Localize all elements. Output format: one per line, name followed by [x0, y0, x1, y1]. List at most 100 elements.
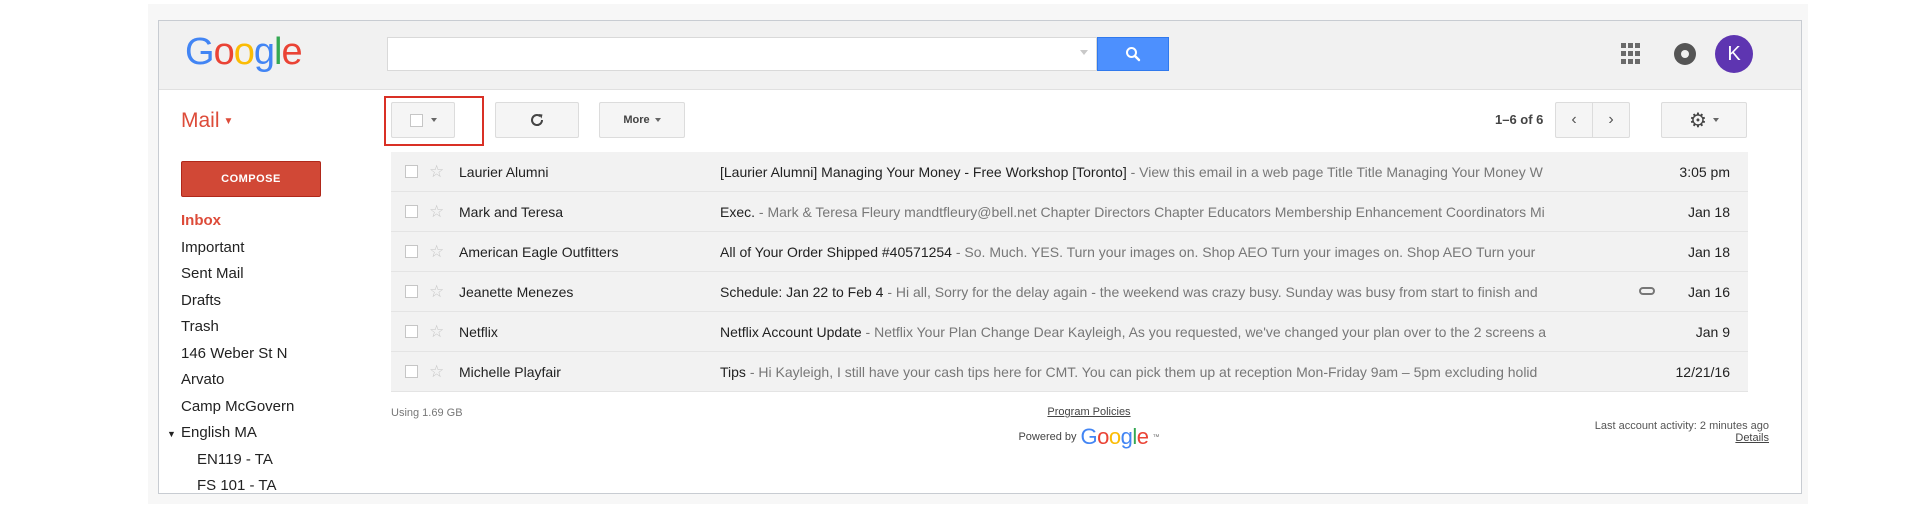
google-logo[interactable]: Google: [185, 31, 303, 74]
sidebar-item-arvato[interactable]: Arvato: [181, 367, 371, 394]
message-date: Jan 18: [1687, 203, 1730, 220]
sidebar-item-important[interactable]: Important: [181, 235, 371, 262]
star-icon[interactable]: ☆: [429, 162, 447, 182]
sidebar-item-label: Sent Mail: [181, 265, 244, 282]
sender: American Eagle Outfitters: [459, 243, 619, 260]
subject-snippet: Exec. - Mark & Teresa Fleury mandtfleury…: [720, 204, 1636, 220]
star-icon[interactable]: ☆: [429, 322, 447, 342]
row-checkbox[interactable]: [405, 285, 418, 298]
subject: All of Your Order Shipped #40571254: [720, 243, 952, 260]
chevron-down-icon: [654, 118, 661, 122]
message-date: 3:05 pm: [1679, 163, 1730, 180]
search-input[interactable]: [387, 37, 1097, 71]
pagination-info: 1–6 of 6: [1495, 112, 1544, 127]
snippet: - Netflix Your Plan Change Dear Kayleigh…: [861, 323, 1547, 340]
top-header: Google K: [159, 21, 1801, 90]
logo-letter: g: [253, 31, 275, 73]
chevron-right-icon: ›: [1608, 111, 1614, 128]
select-all-checkbox[interactable]: [409, 113, 423, 127]
search-button[interactable]: [1097, 37, 1169, 71]
last-activity-text: Last account activity: 2 minutes ago: [1594, 420, 1769, 432]
subject-snippet: Tips - Hi Kayleigh, I still have your ca…: [720, 364, 1636, 380]
avatar[interactable]: K: [1715, 35, 1753, 73]
more-button[interactable]: More: [599, 102, 685, 138]
expand-triangle-icon[interactable]: ▼: [167, 421, 181, 448]
star-icon[interactable]: ☆: [429, 362, 447, 382]
refresh-button[interactable]: [495, 102, 579, 138]
logo-letter: e: [1136, 424, 1149, 449]
search-field[interactable]: [394, 38, 1038, 70]
message-row[interactable]: ☆ Laurier Alumni [Laurier Alumni] Managing…: [391, 152, 1748, 192]
gear-icon: ⚙: [1689, 109, 1707, 132]
sender: Michelle Playfair: [459, 363, 561, 380]
sidebar-item-label: Inbox: [181, 212, 221, 229]
sidebar-item-inbox[interactable]: Inbox: [181, 208, 371, 235]
star-icon[interactable]: ☆: [429, 282, 447, 302]
message-row[interactable]: ☆ Mark and Teresa Exec. - Mark & Teresa Fl…: [391, 192, 1748, 232]
logo-letter: g: [1120, 424, 1133, 449]
chevron-down-icon: [1712, 118, 1719, 122]
sidebar-item-label: 146 Weber St N: [181, 344, 288, 362]
select-all-dropdown[interactable]: [391, 102, 455, 138]
message-row[interactable]: ☆ Netflix Netflix Account Update - Netflix…: [391, 312, 1748, 352]
message-date: Jan 16: [1687, 283, 1730, 300]
row-checkbox[interactable]: [405, 245, 418, 258]
sidebar-item-label: Drafts: [181, 291, 222, 309]
snippet: - View this email in a web page Title Ti…: [1126, 163, 1543, 180]
sidebar-item-label: Arvato: [181, 371, 225, 388]
chevron-down-icon: [430, 118, 437, 122]
logo-letter: o: [213, 31, 235, 73]
sidebar-item-drafts[interactable]: Drafts: [181, 288, 371, 315]
newer-button[interactable]: ›: [1592, 102, 1630, 138]
mail-switcher[interactable]: Mail ▼: [181, 109, 233, 133]
subject-snippet: Schedule: Jan 22 to Feb 4 - Hi all, Sorr…: [720, 284, 1636, 300]
subject-snippet: All of Your Order Shipped #40571254 - So…: [720, 244, 1636, 260]
sidebar-item-fs-101-ta[interactable]: FS 101 - TA: [181, 473, 371, 500]
logo-letter: o: [1097, 424, 1109, 449]
subject: Schedule: Jan 22 to Feb 4: [720, 283, 884, 300]
sidebar-nav: Inbox Important Sent Mail Drafts Trash 146 We…: [167, 208, 371, 500]
sidebar-item-trash[interactable]: Trash: [181, 314, 371, 341]
row-checkbox[interactable]: [405, 325, 418, 338]
search-options-caret-icon[interactable]: [1080, 50, 1088, 55]
message-row[interactable]: ☆ American Eagle Outfitters All of Your Or…: [391, 232, 1748, 272]
message-row[interactable]: ☆ Michelle Playfair Tips - Hi Kayleigh, I …: [391, 352, 1748, 392]
star-icon[interactable]: ☆: [429, 242, 447, 262]
subject: Tips: [720, 363, 746, 380]
message-date: 12/21/16: [1675, 363, 1731, 380]
row-checkbox[interactable]: [405, 365, 418, 378]
sidebar-item-camp-mcgovern[interactable]: Camp McGovern: [181, 394, 371, 421]
older-button[interactable]: ‹: [1555, 102, 1593, 138]
sidebar-item-label: English MA: [181, 424, 257, 441]
row-checkbox[interactable]: [405, 205, 418, 218]
program-policies-link[interactable]: Program Policies: [979, 406, 1199, 418]
caret-down-icon: ▼: [223, 115, 234, 127]
star-icon[interactable]: ☆: [429, 202, 447, 222]
row-checkbox[interactable]: [405, 165, 418, 178]
footer-center: Program Policies Powered by Google ™: [979, 406, 1199, 450]
storage-usage: Using 1.69 GB: [391, 407, 463, 419]
apps-grid-icon[interactable]: [1621, 43, 1643, 65]
sender: Mark and Teresa: [459, 203, 564, 220]
subject: Exec.: [720, 203, 756, 220]
sidebar-item-146-weber-st-n[interactable]: 146 Weber St N: [181, 341, 371, 368]
sidebar-item-sent-mail[interactable]: Sent Mail: [181, 261, 371, 288]
compose-button[interactable]: COMPOSE: [181, 161, 321, 197]
subject-snippet: Netflix Account Update - Netflix Your Pl…: [720, 324, 1636, 340]
sender: Laurier Alumni: [459, 163, 549, 180]
message-row[interactable]: ☆ Jeanette Menezes Schedule: Jan 22 to Feb…: [391, 272, 1748, 312]
sidebar-item-en119-ta[interactable]: EN119 - TA: [181, 447, 371, 474]
logo-letter: e: [281, 31, 302, 73]
sidebar-item-english-ma[interactable]: ▼ English MA: [167, 420, 371, 447]
refresh-icon: [531, 114, 544, 126]
sidebar-item-label: EN119 - TA: [197, 450, 273, 468]
logo-letter: G: [185, 31, 215, 73]
powered-by-label: Powered by: [1018, 431, 1077, 443]
settings-button[interactable]: ⚙: [1661, 102, 1747, 138]
snippet: - So. Much. YES. Turn your images on. Sh…: [951, 243, 1536, 260]
sender: Netflix: [459, 323, 498, 340]
gmail-window: Google K Mail ▼ More 1–6 of 6 ‹ › ⚙ COMP…: [158, 20, 1802, 494]
snippet: - Hi all, Sorry for the delay again - th…: [883, 283, 1538, 300]
notifications-icon[interactable]: [1674, 43, 1696, 65]
details-link[interactable]: Details: [1595, 432, 1769, 444]
